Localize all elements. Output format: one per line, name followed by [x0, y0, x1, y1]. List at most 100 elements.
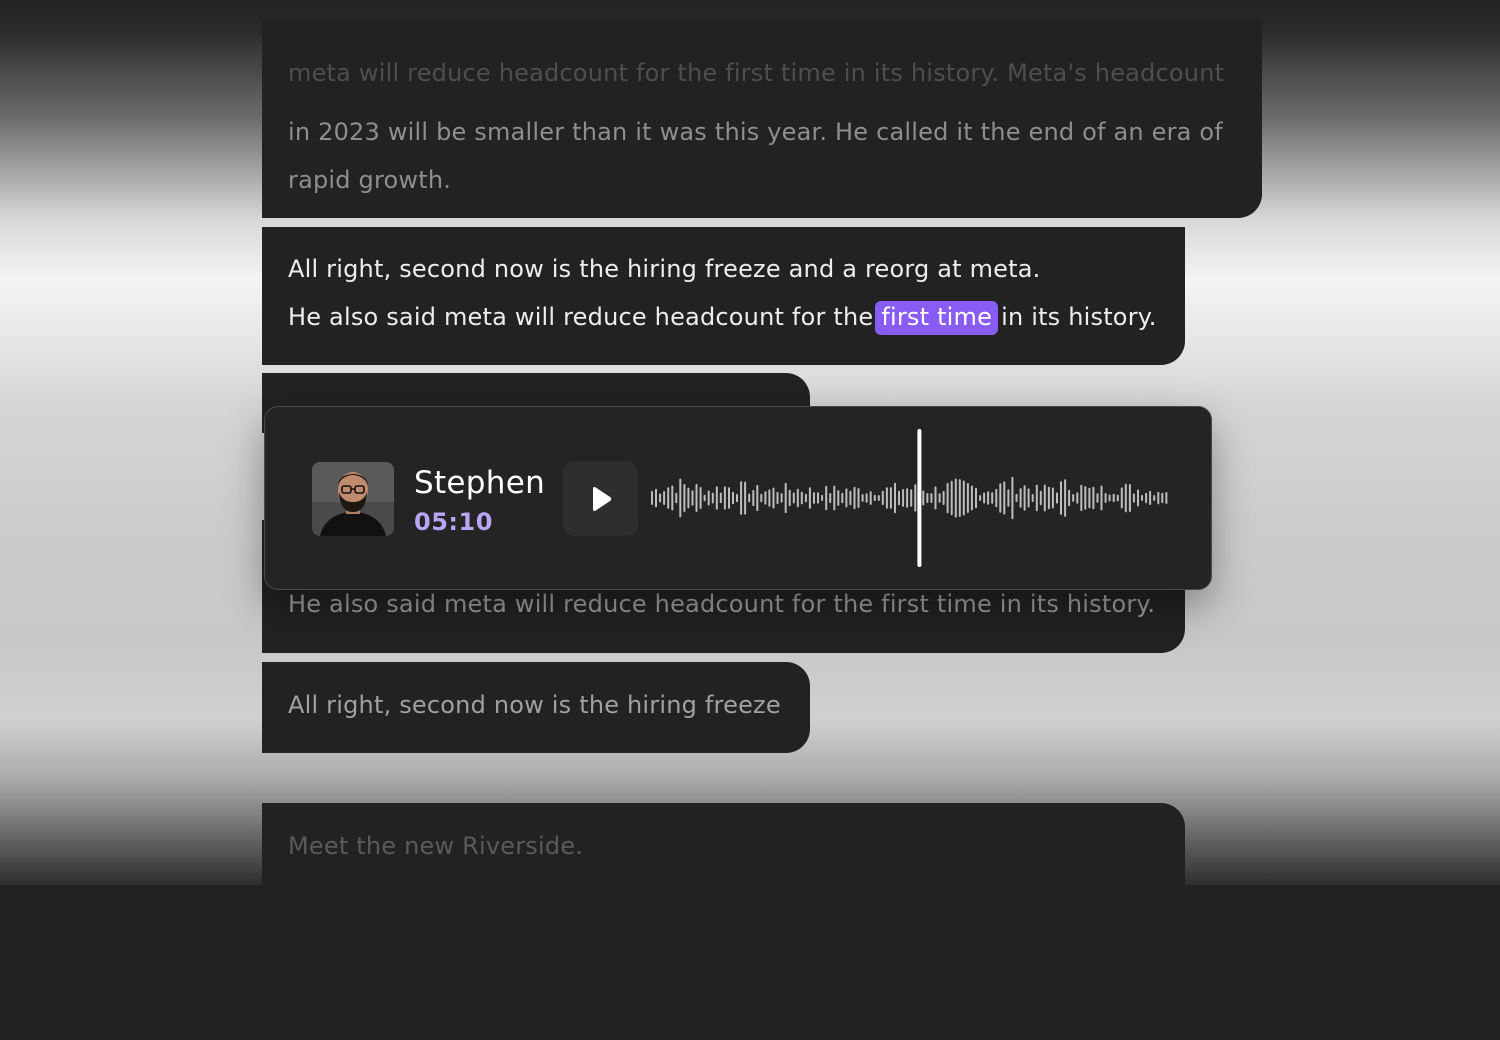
transcript-line: meta will reduce headcount for the first…	[288, 59, 1225, 87]
waveform-bar	[1076, 492, 1079, 504]
waveform-bar	[1080, 484, 1083, 512]
waveform-bar	[833, 485, 836, 511]
audio-waveform[interactable]	[649, 427, 1169, 569]
waveform-bar	[695, 483, 698, 512]
waveform-bar	[1120, 487, 1123, 509]
playhead[interactable]	[917, 429, 922, 567]
waveform-bar	[922, 490, 925, 506]
waveform-bar	[1104, 493, 1107, 503]
waveform-bar	[873, 494, 876, 502]
transcript-segment[interactable]: All right, second now is the hiring free…	[262, 227, 1185, 365]
highlighted-word[interactable]: first time	[875, 301, 999, 335]
waveform-bar	[780, 493, 783, 503]
waveform-bar	[1056, 492, 1058, 504]
waveform-bar	[663, 491, 666, 505]
waveform-bar	[1060, 481, 1062, 515]
waveform-bar	[796, 488, 799, 508]
waveform-bar	[764, 491, 767, 505]
waveform-bar	[1031, 494, 1034, 502]
bottom-fade	[0, 885, 1500, 1040]
transcript-segment[interactable]: meta will reduce headcount for the first…	[262, 20, 1262, 218]
play-icon	[593, 487, 612, 511]
waveform-bar	[1039, 490, 1042, 506]
waveform-bar	[744, 481, 747, 515]
waveform-bar	[958, 479, 961, 517]
waveform-bar	[1092, 486, 1095, 510]
waveform-bar	[1068, 489, 1071, 507]
waveform-bar	[808, 487, 811, 509]
waveform-bar	[1051, 487, 1054, 509]
waveform-bar	[1015, 493, 1018, 502]
waveform-bar	[906, 488, 909, 508]
waveform-bar	[1132, 493, 1135, 503]
transcript-segment[interactable]: All right, second now is the hiring free…	[262, 662, 810, 753]
waveform-bar	[1035, 484, 1038, 512]
transcript-line: All right, second now is the hiring free…	[288, 691, 781, 719]
waveform-bar	[675, 492, 678, 504]
waveform-bar	[914, 484, 917, 512]
waveform-bar	[1141, 494, 1143, 501]
waveform-bar	[679, 478, 682, 518]
waveform-bar	[667, 487, 670, 509]
waveform-bar	[877, 495, 880, 501]
waveform-bar	[1007, 489, 1010, 507]
timestamp: 05:10	[414, 508, 493, 536]
waveform-bar	[983, 492, 986, 504]
waveform-bar	[942, 490, 945, 505]
waveform-bar	[1064, 479, 1067, 517]
waveform-bar	[732, 491, 734, 505]
waveform-bar	[1019, 488, 1022, 508]
waveform-bar	[1161, 492, 1164, 504]
waveform-bar	[902, 489, 905, 507]
waveform-bar	[861, 494, 864, 502]
waveform-bar	[849, 490, 852, 506]
transcript-text: He also said meta will reduce headcount …	[288, 303, 874, 331]
waveform-bar	[683, 484, 686, 512]
transcript-line: in 2023 will be smaller than it was this…	[288, 118, 1223, 146]
transcript-line: rapid growth.	[288, 166, 452, 194]
waveform-bar	[825, 485, 828, 511]
waveform-bar	[719, 492, 722, 504]
waveform-bar	[869, 491, 872, 505]
transcript-line: He also said meta will reduce headcount …	[288, 590, 1156, 618]
waveform-bar	[707, 490, 710, 506]
waveform-bar	[792, 492, 795, 504]
waveform-bar	[715, 486, 718, 510]
waveform-bar	[728, 487, 730, 509]
waveform-bar	[975, 487, 977, 509]
avatar	[312, 462, 394, 536]
waveform-bar	[1023, 485, 1026, 511]
waveform-bar	[788, 489, 791, 507]
waveform-bar	[1027, 488, 1030, 508]
waveform-bar	[752, 490, 755, 507]
waveform-bar	[930, 493, 933, 503]
waveform-bar	[1116, 494, 1119, 502]
transcript-line: Meet the new Riverside.	[288, 832, 584, 860]
transcript-segment[interactable]: Meet the new Riverside.	[262, 803, 1185, 893]
waveform-bar	[821, 494, 824, 502]
waveform-bar	[1108, 494, 1111, 502]
waveform-bar	[1137, 489, 1139, 507]
waveform-bar	[946, 482, 949, 514]
waveform-bar	[962, 480, 965, 516]
waveform-bar	[817, 492, 819, 504]
waveform-bar	[655, 488, 657, 508]
waveform-bar	[841, 492, 844, 504]
waveform-bar	[659, 493, 662, 503]
waveform-bar	[999, 483, 1002, 513]
waveform-bar	[845, 488, 848, 508]
waveform-bar	[768, 489, 771, 507]
play-button[interactable]	[563, 461, 638, 536]
waveform-bar	[740, 481, 743, 515]
waveform-bar	[1149, 490, 1152, 505]
waveform-bar	[885, 487, 888, 509]
waveform-bar	[1047, 486, 1050, 510]
waveform-bar	[723, 486, 726, 510]
transcript-text: in its history.	[1001, 303, 1157, 331]
speaker-name: Stephen	[414, 465, 546, 501]
waveform-bar	[1043, 484, 1046, 512]
waveform-bar	[800, 491, 803, 505]
waveform-bar	[784, 482, 787, 514]
waveform-bar	[881, 490, 884, 506]
waveform-bar	[829, 493, 832, 504]
